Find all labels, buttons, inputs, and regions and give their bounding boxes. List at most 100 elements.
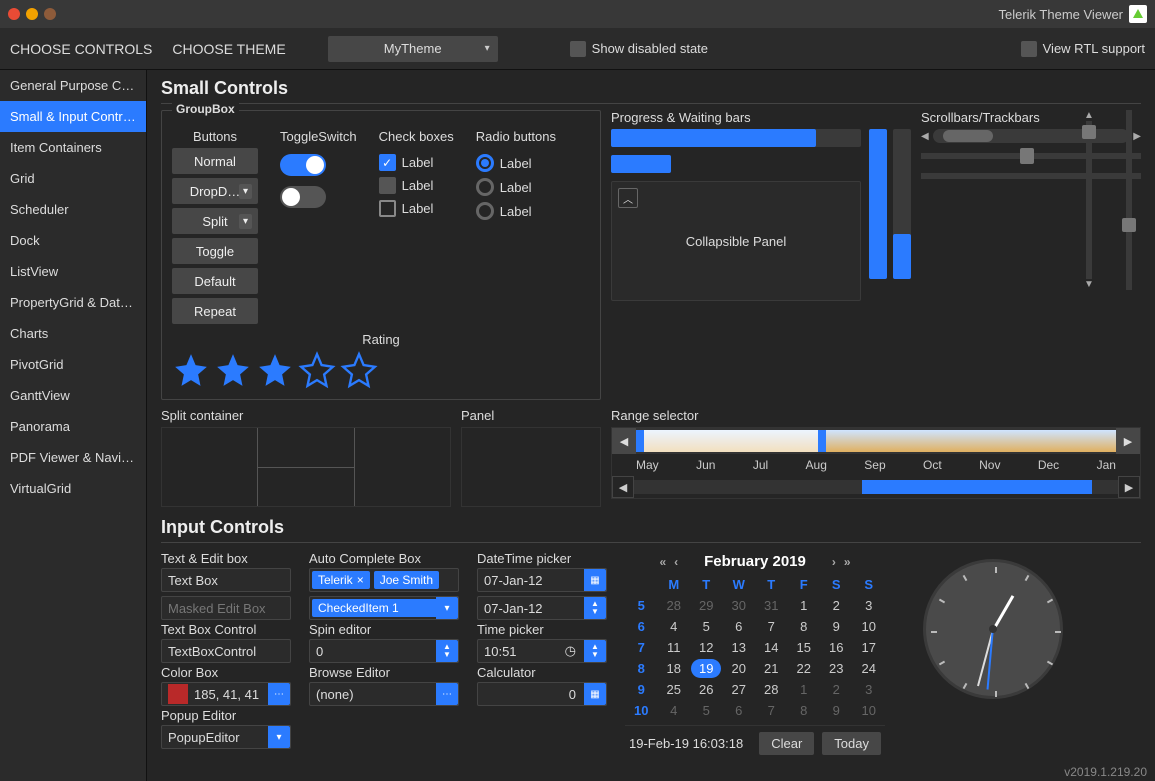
maximize-icon[interactable] (44, 8, 56, 20)
sidebar-item[interactable]: VirtualGrid (0, 473, 146, 504)
sidebar-item[interactable]: Scheduler (0, 194, 146, 225)
button-normal[interactable]: Normal (172, 148, 258, 174)
star-icon[interactable] (256, 351, 294, 389)
button-toggle[interactable]: Toggle (172, 238, 258, 264)
calendar-day[interactable]: 22 (788, 658, 821, 679)
checkbox-checked[interactable] (379, 154, 396, 171)
theme-dropdown[interactable]: MyTheme ▾ (328, 36, 498, 62)
calendar-day[interactable]: 16 (820, 637, 853, 658)
calendar-day[interactable]: 6 (723, 700, 756, 721)
v-scrollbar[interactable]: ▲ ▼ (1077, 110, 1101, 290)
sidebar-item[interactable]: ListView (0, 256, 146, 287)
checkbox-indeterminate[interactable] (379, 200, 396, 217)
calendar-day[interactable]: 20 (723, 658, 756, 679)
calendar-day[interactable]: 9 (820, 616, 853, 637)
calendar-day[interactable]: 7 (755, 700, 788, 721)
sidebar-item[interactable]: PropertyGrid & Dat… (0, 287, 146, 318)
sidebar-item[interactable]: Item Containers (0, 132, 146, 163)
calendar-day[interactable]: 9 (820, 700, 853, 721)
button-default[interactable]: Default (172, 268, 258, 294)
checked-item-tag[interactable]: CheckedItem 1 × (312, 599, 456, 617)
range-next-icon[interactable]: ▶ (1116, 428, 1140, 454)
color-box[interactable]: 185, 41, 41⋯ (161, 682, 291, 706)
radio-unselected[interactable] (476, 202, 494, 220)
rating-control[interactable] (172, 351, 590, 389)
calendar-day[interactable]: 24 (853, 658, 886, 679)
sidebar-item[interactable]: Dock (0, 225, 146, 256)
sidebar-item[interactable]: PDF Viewer & Navig… (0, 442, 146, 473)
time-picker[interactable]: 10:51◷▲▼ (477, 639, 607, 663)
sidebar-item[interactable]: GanttView (0, 380, 146, 411)
calendar-day[interactable]: 31 (755, 595, 788, 616)
arrow-down-icon[interactable]: ▼ (1084, 279, 1094, 290)
calendar-day[interactable]: 1 (788, 595, 821, 616)
calendar-day[interactable]: 10 (853, 616, 886, 637)
time-spin-buttons[interactable]: ▲▼ (584, 640, 606, 662)
show-disabled-checkbox[interactable] (570, 41, 586, 57)
popup-editor[interactable]: PopupEditor▾ (161, 725, 291, 749)
datetime-picker-1[interactable]: 07-Jan-12▦ (477, 568, 607, 592)
calendar-day[interactable]: 11 (658, 637, 691, 658)
star-icon[interactable] (172, 351, 210, 389)
sidebar-item[interactable]: Grid (0, 163, 146, 194)
calendar-day[interactable]: 2 (820, 595, 853, 616)
calendar-day[interactable]: 6 (723, 616, 756, 637)
range-scroll-next[interactable]: ▶ (1118, 476, 1140, 498)
calculator-icon[interactable]: ▦ (584, 683, 606, 705)
star-icon[interactable] (214, 351, 252, 389)
calendar-title[interactable]: February 2019 (704, 553, 806, 570)
range-prev-icon[interactable]: ◀ (612, 428, 636, 454)
today-button[interactable]: Today (822, 732, 881, 755)
datetime-picker-2[interactable]: 07-Jan-12▲▼ (477, 596, 607, 620)
arrow-up-icon[interactable]: ▲ (1084, 110, 1094, 121)
tag-telerik[interactable]: Telerik × (312, 571, 370, 589)
minimize-icon[interactable] (26, 8, 38, 20)
browse-editor[interactable]: (none)⋯ (309, 682, 459, 706)
calendar-day[interactable]: 5 (690, 616, 723, 637)
cal-next-icon[interactable]: › (832, 555, 836, 569)
range-scroll-prev[interactable]: ◀ (612, 476, 634, 498)
calendar-day[interactable]: 3 (853, 595, 886, 616)
calendar-day[interactable]: 15 (788, 637, 821, 658)
calendar-day[interactable]: 8 (788, 700, 821, 721)
sidebar-item[interactable]: Panorama (0, 411, 146, 442)
calendar-day[interactable]: 25 (658, 679, 691, 700)
calendar-day[interactable]: 5 (690, 700, 723, 721)
masked-editbox[interactable]: Masked Edit Box (161, 596, 291, 620)
calendar-day[interactable]: 28 (755, 679, 788, 700)
calendar-day[interactable]: 23 (820, 658, 853, 679)
radio-selected[interactable] (476, 154, 494, 172)
clear-button[interactable]: Clear (759, 732, 814, 755)
calculator-box[interactable]: 0▦ (477, 682, 607, 706)
checked-combobox[interactable]: CheckedItem 1 × ▾ (309, 596, 459, 620)
spin-editor[interactable]: 0▲▼ (309, 639, 459, 663)
cal-prev-icon[interactable]: ‹ (674, 555, 678, 569)
calendar-day[interactable]: 27 (723, 679, 756, 700)
autocomplete-box[interactable]: Telerik × Joe Smith (309, 568, 459, 592)
calendar-day[interactable]: 12 (690, 637, 723, 658)
v-trackbar[interactable] (1117, 110, 1141, 290)
split-container[interactable] (161, 427, 451, 507)
sidebar-item[interactable]: Charts (0, 318, 146, 349)
star-icon[interactable] (298, 351, 336, 389)
browse-button[interactable]: ⋯ (436, 683, 458, 705)
calendar-day[interactable]: 4 (658, 616, 691, 637)
checkbox-unchecked[interactable] (379, 177, 396, 194)
cal-fast-next-icon[interactable]: » (844, 555, 851, 569)
radio-unselected[interactable] (476, 178, 494, 196)
tag-joesmith[interactable]: Joe Smith (374, 571, 439, 589)
calendar-day[interactable]: 21 (755, 658, 788, 679)
popup-dropdown-button[interactable]: ▾ (268, 726, 290, 748)
calendar-day[interactable]: 28 (658, 595, 691, 616)
sidebar-item[interactable]: Small & Input Contr… (0, 101, 146, 132)
button-split[interactable]: Split▾ (172, 208, 258, 234)
dt-spin-buttons[interactable]: ▲▼ (584, 597, 606, 619)
view-rtl-checkbox[interactable] (1021, 41, 1037, 57)
calendar-day[interactable]: 2 (820, 679, 853, 700)
cal-fast-prev-icon[interactable]: « (659, 555, 666, 569)
calendar-day[interactable]: 29 (690, 595, 723, 616)
calendar-day[interactable]: 17 (853, 637, 886, 658)
spin-buttons[interactable]: ▲▼ (436, 640, 458, 662)
range-selector[interactable]: ◀ ▶ MayJunJulAugSepOctNovDecJan ◀ ▶ (611, 427, 1141, 499)
color-more-button[interactable]: ⋯ (268, 683, 290, 705)
